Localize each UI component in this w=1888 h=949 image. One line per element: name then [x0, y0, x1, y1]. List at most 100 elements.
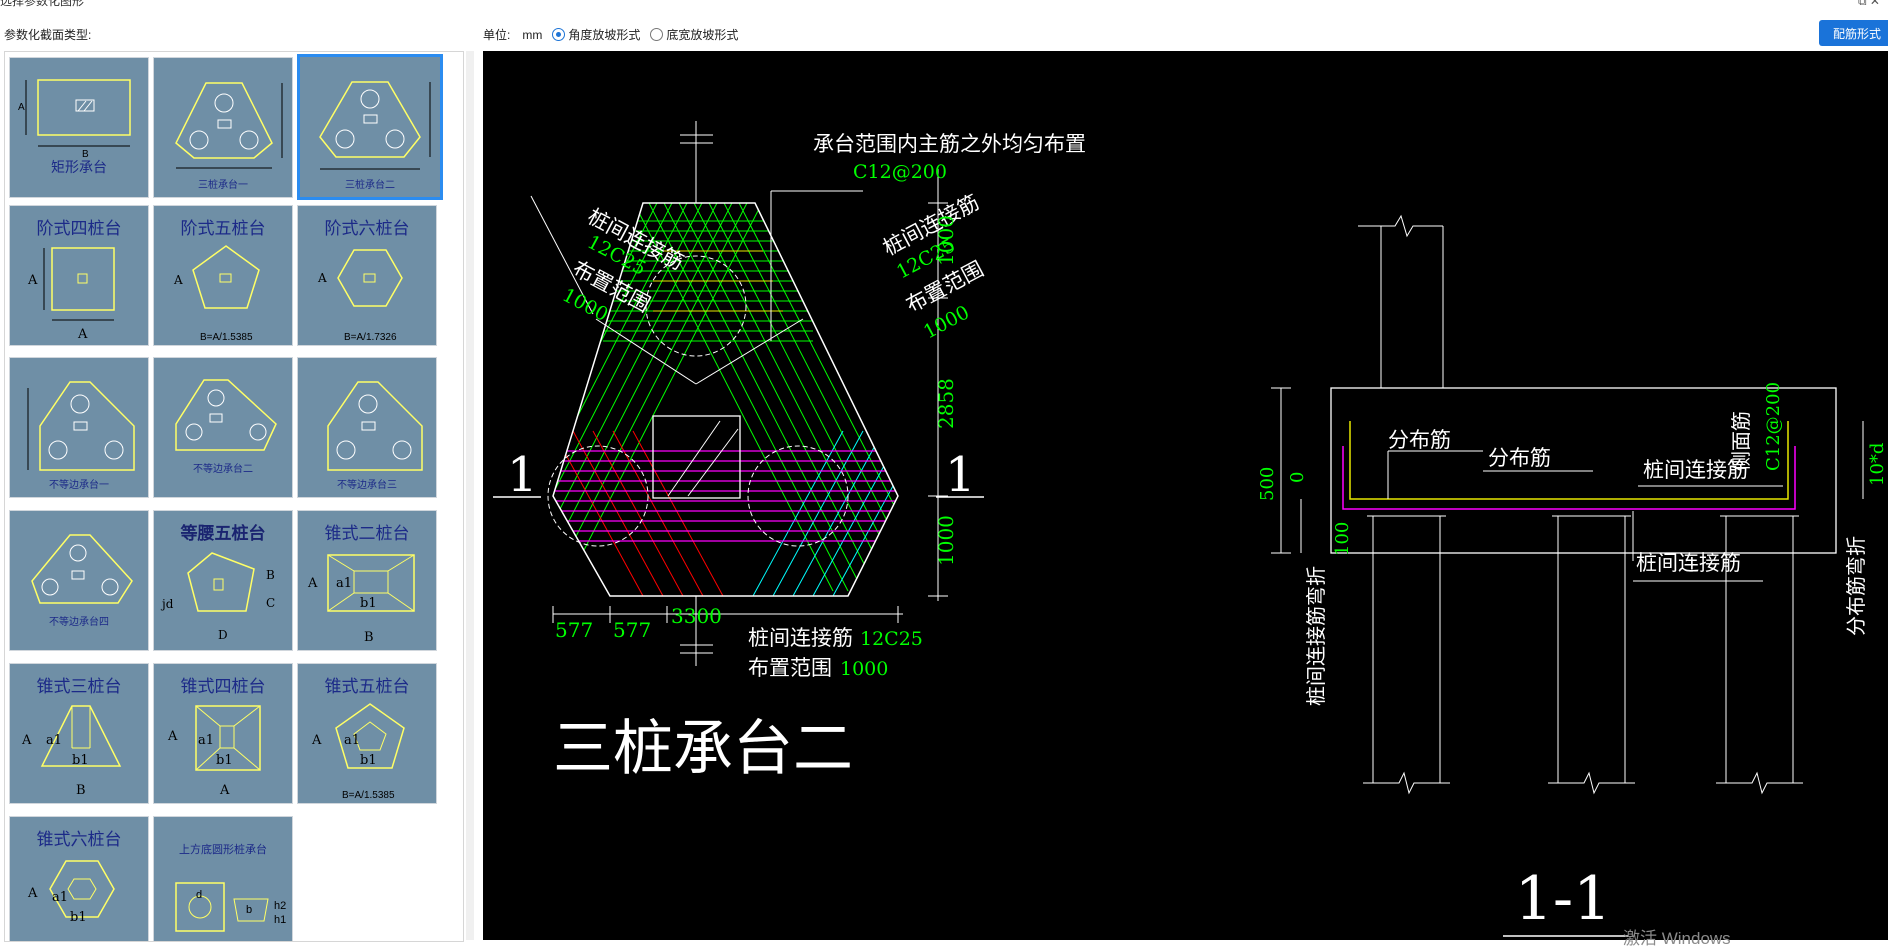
dim-bottom-577-1: 577	[555, 618, 593, 642]
unequal-cap-2-thumbnail	[175, 379, 277, 451]
svg-text:b1: b1	[360, 753, 377, 768]
sec-left-vertical-label: 桩间连接筋弯折	[1304, 566, 1328, 706]
tile-label: 三桩承台二	[345, 180, 395, 191]
tile-label: 三桩承台一	[198, 180, 248, 191]
tile-cone-four-pile[interactable]: 锥式四桩台 A a1 b1 A	[153, 663, 293, 804]
svg-text:a1: a1	[198, 733, 214, 748]
svg-text:C: C	[266, 596, 275, 610]
svg-text:b1: b1	[70, 910, 87, 925]
window-controls[interactable]: ⧉ ✕	[1858, 0, 1880, 9]
svg-text:A: A	[77, 327, 88, 342]
slope-width-label: 底宽放坡形式	[666, 28, 739, 42]
svg-text:a1: a1	[336, 576, 352, 591]
svg-text:b1: b1	[72, 753, 89, 768]
isosceles-five-pile-thumbnail: B C D jd	[160, 552, 275, 642]
tile-label: 矩形承台	[51, 160, 107, 176]
tile-cone-three-pile[interactable]: 锥式三桩台 A a1 b1 B	[9, 663, 149, 804]
tile-isosceles-five-pile[interactable]: 等腰五桩台 B C D jd	[153, 510, 293, 651]
sec-right-vertical-label: 分布筋弯折	[1844, 536, 1868, 636]
unit-options: 单位: mm 角度放坡形式 底宽放坡形式	[483, 26, 738, 43]
section-title: 1-1	[1515, 864, 1612, 934]
bottom-range-value: 1000	[840, 658, 888, 680]
section-mark-right: 1	[945, 447, 976, 503]
round-pile-cap-thumbnail: d b h2 h1	[175, 882, 286, 932]
tile-label: 不等边承台二	[193, 464, 253, 475]
tile-unequal-cap-3[interactable]: 不等边承台三	[297, 357, 437, 498]
tile-step-six-pile[interactable]: 阶式六桩台 A B=A/1.7326	[297, 205, 437, 346]
sec-dim-100: 100	[1332, 522, 1353, 556]
svg-text:D: D	[218, 628, 228, 642]
svg-text:B=A/1.5385: B=A/1.5385	[200, 332, 253, 343]
svg-text:a1: a1	[344, 733, 360, 748]
svg-text:b1: b1	[360, 596, 377, 611]
dim-right-mid: 2858	[934, 378, 958, 429]
os-activation-watermark: 激活 Windows	[1623, 929, 1731, 948]
unequal-cap-4-thumbnail	[31, 534, 133, 604]
tile-round-pile-cap[interactable]: 上方底圆形桩承台 d b h2 h1	[153, 816, 293, 941]
bottom-conn-label: 桩间连接筋	[748, 626, 853, 650]
step-four-pile-thumbnail: A A	[27, 247, 115, 342]
dim-bottom-total: 3300	[671, 604, 722, 628]
cone-five-pile-thumbnail: A a1 b1 B=A/1.5385	[311, 703, 405, 801]
section-type-gallery: A B 矩形承台 三桩承台一 三桩承台二 阶式四桩台 A A 阶式五桩台 A B…	[4, 51, 464, 942]
tile-three-pile-2[interactable]: 三桩承台二	[297, 54, 443, 200]
rect-cap-thumbnail: A B	[18, 79, 131, 160]
sec-side-label: 侧面筋	[1729, 411, 1753, 471]
svg-text:b: b	[246, 904, 252, 916]
radio-unchecked-icon[interactable]	[650, 28, 664, 41]
svg-text:h1: h1	[274, 914, 286, 926]
step-five-pile-thumbnail: A B=A/1.5385	[173, 245, 260, 343]
gallery-scrollbar[interactable]	[466, 51, 474, 940]
radio-checked-icon[interactable]	[552, 28, 566, 41]
tile-cone-two-pile[interactable]: 锥式二桩台 A a1 b1 B	[297, 510, 437, 651]
svg-text:A: A	[317, 271, 327, 285]
svg-text:A: A	[219, 783, 230, 798]
top-note: 承台范围内主筋之外均匀布置	[813, 132, 1086, 156]
step-six-pile-thumbnail: A B=A/1.7326	[317, 249, 403, 343]
sec-dist-label-2: 分布筋	[1488, 446, 1551, 470]
cad-preview-canvas: 1 1 承台范围内主筋之外均匀布置 C12@200 桩间连接筋 12C25 布置…	[483, 51, 1888, 940]
sec-dist-label-1: 分布筋	[1388, 428, 1451, 452]
svg-text:a1: a1	[52, 890, 68, 905]
svg-text:A: A	[167, 729, 178, 744]
tile-step-five-pile[interactable]: 阶式五桩台 A B=A/1.5385	[153, 205, 293, 346]
svg-text:d: d	[196, 889, 202, 901]
sec-right-10d: 10*d	[1867, 443, 1888, 486]
window-title: 选择参数化图形	[0, 0, 85, 8]
svg-text:B=A/1.7326: B=A/1.7326	[344, 332, 397, 343]
tile-three-pile-1[interactable]: 三桩承台一	[153, 57, 293, 198]
tile-cone-six-pile[interactable]: 锥式六桩台 A a1 b1	[9, 816, 149, 941]
unit-label: 单位:	[483, 28, 511, 42]
tile-rect-cap[interactable]: A B 矩形承台	[9, 57, 149, 198]
svg-text:B=A/1.5385: B=A/1.5385	[342, 790, 395, 801]
dim-right-bottom: 1000	[934, 515, 958, 566]
bottom-conn-rebar: 12C25	[860, 628, 923, 650]
svg-text:A: A	[307, 576, 318, 591]
svg-text:h2: h2	[274, 900, 286, 912]
tile-unequal-cap-2[interactable]: 不等边承台二	[153, 357, 293, 498]
cone-four-pile-thumbnail: A a1 b1 A	[167, 705, 261, 798]
svg-text:B: B	[76, 783, 86, 798]
svg-text:b1: b1	[216, 753, 233, 768]
tile-unequal-cap-1[interactable]: 不等边承台一	[9, 357, 149, 498]
sec-dim-0: 0	[1287, 472, 1308, 483]
section-type-label: 参数化截面类型:	[4, 28, 92, 42]
bottom-range-label: 布置范围	[748, 656, 832, 680]
tile-cone-five-pile[interactable]: 锥式五桩台 A a1 b1 B=A/1.5385	[297, 663, 437, 804]
slope-angle-option[interactable]: 角度放坡形式	[552, 26, 640, 43]
slope-width-option[interactable]: 底宽放坡形式	[650, 26, 738, 43]
tile-step-four-pile[interactable]: 阶式四桩台 A A	[9, 205, 149, 346]
sec-dim-500: 500	[1257, 467, 1278, 501]
svg-text:A: A	[21, 733, 32, 748]
rebar-form-button[interactable]: 配筋形式	[1819, 20, 1888, 46]
cone-six-pile-thumbnail: A a1 b1	[27, 860, 115, 925]
tile-unequal-cap-4[interactable]: 不等边承台四	[9, 510, 149, 651]
dim-bottom-577-2: 577	[613, 618, 651, 642]
dim-right-top: 1000	[934, 215, 958, 266]
cad-drawing: 1 1 承台范围内主筋之外均匀布置 C12@200 桩间连接筋 12C25 布置…	[493, 121, 1888, 937]
sec-side-rebar: C12@200	[1763, 382, 1784, 471]
svg-text:B: B	[266, 568, 275, 582]
svg-text:A: A	[27, 886, 38, 901]
cone-two-pile-thumbnail: A a1 b1 B	[307, 554, 415, 645]
plan-title: 三桩承台二	[553, 714, 853, 784]
